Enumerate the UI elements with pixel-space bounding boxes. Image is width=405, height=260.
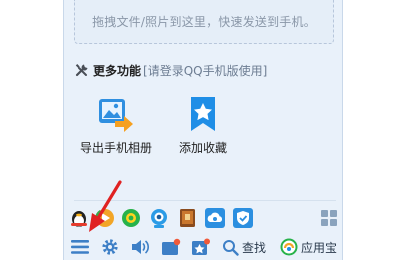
export-photos-label: 导出手机相册 xyxy=(79,141,152,155)
bookmark-star-icon xyxy=(191,97,215,131)
file-drop-area[interactable]: 拖拽文件/照片到这里，快速发送到手机。 xyxy=(74,0,334,44)
search-icon xyxy=(223,239,239,256)
app-store-button[interactable]: 应用宝 xyxy=(280,236,337,258)
speaker-icon xyxy=(132,240,150,254)
volume-button[interactable] xyxy=(130,236,150,258)
webcam-icon[interactable] xyxy=(148,207,170,229)
main-menu-button[interactable] xyxy=(70,236,90,258)
app-grid-icon[interactable] xyxy=(320,209,338,227)
bottom-toolbar: 查找 应用宝 xyxy=(64,234,344,260)
app-store-icon xyxy=(280,238,298,256)
app-store-label: 应用宝 xyxy=(301,240,338,255)
more-functions-header: 更多功能 [请登录QQ手机版使用] xyxy=(74,60,267,80)
book-icon[interactable] xyxy=(176,207,198,229)
annotation-arrow-icon xyxy=(89,180,122,232)
message-box-button[interactable] xyxy=(161,236,181,258)
shield-icon[interactable] xyxy=(232,207,254,229)
add-favorite-button[interactable]: 添加收藏 xyxy=(158,94,248,164)
message-box-icon xyxy=(162,238,181,255)
favorites-button[interactable] xyxy=(191,236,211,258)
export-photos-icon xyxy=(99,99,133,132)
drop-area-hint: 拖拽文件/照片到这里，快速发送到手机。 xyxy=(92,15,316,29)
favorite-star-icon xyxy=(192,238,210,255)
settings-button[interactable] xyxy=(101,236,119,258)
tools-icon xyxy=(75,64,88,77)
search-label: 查找 xyxy=(242,240,267,255)
more-functions-title: 更多功能 xyxy=(93,63,142,78)
export-photos-button[interactable]: 导出手机相册 xyxy=(71,94,161,164)
main-menu-icon xyxy=(71,240,89,254)
search-button[interactable]: 查找 xyxy=(222,236,266,258)
login-required-note: [请登录QQ手机版使用] xyxy=(143,63,268,78)
cloud-sync-icon[interactable] xyxy=(204,207,226,229)
add-favorite-label: 添加收藏 xyxy=(178,141,227,155)
gear-icon xyxy=(102,239,118,255)
